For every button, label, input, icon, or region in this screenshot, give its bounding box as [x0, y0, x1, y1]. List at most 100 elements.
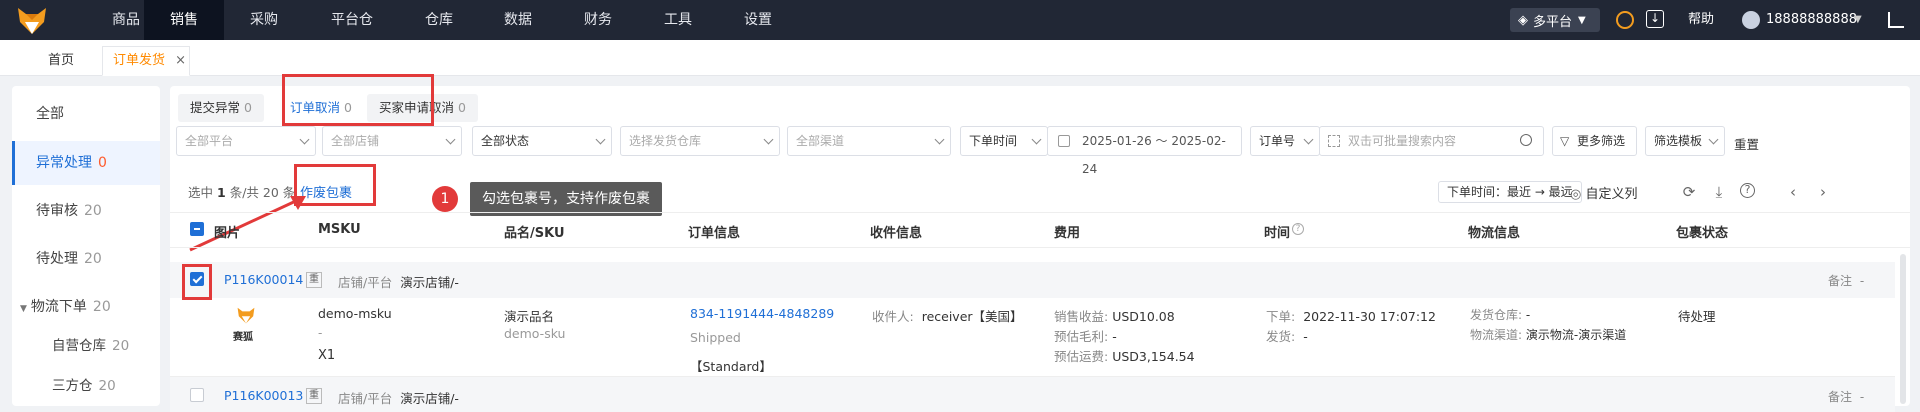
sidebar-item-count: 20: [112, 338, 130, 354]
column-header-logistics: 物流信息: [1468, 226, 1521, 241]
fox-logo-icon[interactable]: [12, 4, 52, 36]
fee-shipping-value: USD3,154.54: [1112, 349, 1195, 364]
search-input[interactable]: 双击可批量搜索内容: [1319, 126, 1544, 156]
sidebar-item-label: 全部: [36, 106, 64, 122]
vertical-scrollbar[interactable]: [1900, 254, 1906, 404]
nav-purchase[interactable]: 采购: [224, 0, 304, 40]
search-icon[interactable]: [1520, 134, 1532, 146]
sidebar-item-pending-review[interactable]: 待审核 20: [12, 189, 160, 233]
custom-columns-button[interactable]: ◎ 自定义列: [1570, 183, 1638, 202]
caret-down-icon: ▼: [20, 304, 27, 314]
ship-time: 发货: -: [1266, 326, 1308, 345]
product-sku: demo-sku: [504, 326, 566, 341]
order-type: 【Standard】: [690, 359, 772, 374]
sidebar-item-count: 20: [84, 251, 102, 267]
sidebar-item-label: 待审核: [36, 203, 78, 219]
column-header-fees: 费用: [1054, 226, 1081, 241]
channel-select[interactable]: 全部渠道: [787, 126, 951, 156]
caret-down-icon[interactable]: ▼: [1854, 14, 1862, 25]
sidebar-item-exception[interactable]: 异常处理 0: [12, 141, 160, 185]
tab-order-shipping-label: 订单发货: [113, 53, 166, 68]
sidebar-item-count: 20: [84, 203, 102, 219]
column-header-time: 时间: [1264, 226, 1291, 241]
tab-order-shipping[interactable]: 订单发货 ×: [102, 46, 190, 76]
nav-tools[interactable]: 工具: [638, 0, 718, 40]
fee-profit-label: 预估毛利:: [1054, 329, 1109, 344]
platform-switch-button[interactable]: ◈ 多平台 ▼: [1510, 8, 1600, 32]
sidebar-item-label: 自营仓库: [52, 338, 106, 354]
download-icon[interactable]: ↓: [1646, 10, 1664, 28]
refresh-icon[interactable]: ⟳: [1680, 183, 1698, 201]
order-status: Shipped: [690, 330, 741, 345]
nav-sales[interactable]: 销售: [144, 0, 224, 40]
product-thumbnail: [237, 307, 255, 324]
order-number-link[interactable]: 834-1191444-4848289: [690, 306, 834, 321]
callout-tooltip: 勾选包裹号，支持作废包裹: [470, 182, 662, 216]
nav-settings[interactable]: 设置: [718, 0, 798, 40]
platform-switch-label: 多平台: [1533, 14, 1573, 30]
chevron-right-icon[interactable]: ›: [1814, 183, 1832, 201]
nav-warehouse[interactable]: 仓库: [399, 0, 479, 40]
info-icon: ?: [1292, 223, 1304, 235]
export-icon[interactable]: ⤓: [1710, 183, 1728, 201]
tab-home[interactable]: 首页: [32, 46, 90, 76]
product-thumbnail-text: 赛狐: [233, 332, 253, 343]
shop-platform-value: 演示店铺/-: [400, 391, 459, 406]
fee-revenue: 销售收益: USD10.08: [1054, 306, 1175, 325]
search-placeholder: 双击可批量搜索内容: [1348, 134, 1457, 148]
sidebar-item-pending-process[interactable]: 待处理 20: [12, 237, 160, 281]
reset-button[interactable]: 重置: [1734, 134, 1759, 153]
top-navigation-bar: 商品 销售 采购 平台仓 仓库 数据 财务 工具 设置 ◈ 多平台 ▼ ↓ 帮助…: [0, 0, 1920, 40]
user-avatar[interactable]: [1742, 11, 1760, 29]
select-all-checkbox[interactable]: [190, 222, 204, 236]
warehouse-select[interactable]: 选择发货仓库: [620, 126, 780, 156]
fee-revenue-label: 销售收益:: [1054, 309, 1109, 324]
shop-platform-label: 店铺/平台: [338, 275, 393, 290]
highlight-checkbox-box: [182, 264, 212, 300]
nav-finance[interactable]: 财务: [558, 0, 638, 40]
sidebar-item-all[interactable]: 全部: [12, 92, 160, 136]
note: 备注 -: [1828, 388, 1864, 405]
date-range-picker[interactable]: 2025-01-26 ～ 2025-02-24: [1047, 126, 1242, 176]
package-id-link[interactable]: P116K00014: [224, 272, 303, 287]
fullscreen-icon[interactable]: [1888, 12, 1904, 28]
sidebar-item-label: 待处理: [36, 251, 78, 267]
fee-revenue-value: USD10.08: [1112, 309, 1175, 324]
row-checkbox[interactable]: [190, 388, 204, 402]
layers-icon: ◈: [1518, 12, 1528, 28]
help-link[interactable]: 帮助: [1688, 0, 1714, 40]
sidebar-item-count: 20: [92, 299, 111, 315]
help-circle-icon[interactable]: ?: [1740, 183, 1755, 198]
status-sidebar: 全部 异常处理 0 待审核 20 待处理 20 ▼ 物流下单 20 自营仓库 20 三方仓 2…: [12, 86, 160, 406]
nav-platform-warehouse[interactable]: 平台仓: [312, 0, 392, 40]
receiver-label: 收件人:: [872, 309, 914, 324]
chevron-left-icon[interactable]: ‹: [1784, 183, 1802, 201]
note: 备注 -: [1828, 272, 1864, 289]
logistics-channel-label: 物流渠道:: [1470, 328, 1523, 342]
msku-sub: -: [318, 326, 323, 340]
fee-profit: 预估毛利: -: [1054, 326, 1117, 345]
status-select[interactable]: 全部状态: [472, 126, 612, 156]
caret-down-icon: ▼: [1578, 14, 1586, 26]
notification-icon[interactable]: [1616, 11, 1634, 29]
order-time-value: 2022-11-30 17:07:12: [1303, 309, 1436, 324]
duplicate-badge: 重: [306, 272, 322, 288]
fee-shipping-label: 预估运费:: [1054, 349, 1109, 364]
user-account-label[interactable]: 18888888888: [1766, 0, 1857, 40]
product-name: 演示品名: [504, 309, 555, 324]
sidebar-item-logistics-order[interactable]: ▼ 物流下单 20: [12, 285, 160, 329]
sort-selector[interactable]: 下单时间：最近 → 最远: [1438, 181, 1582, 203]
close-icon[interactable]: ×: [175, 53, 186, 68]
column-header-package-status: 包裹状态: [1676, 226, 1729, 241]
shop-platform-label: 店铺/平台: [338, 391, 393, 406]
note-label: 备注: [1828, 390, 1853, 404]
sidebar-item-label: 物流下单: [30, 299, 87, 315]
receiver-value: receiver【美国】: [921, 309, 1023, 324]
sidebar-item-own-warehouse[interactable]: 自营仓库 20: [12, 324, 160, 368]
sidebar-item-third-party-warehouse[interactable]: 三方仓 20: [12, 364, 160, 408]
filter-icon: ▽: [1560, 134, 1570, 148]
nav-data[interactable]: 数据: [478, 0, 558, 40]
custom-columns-label: 自定义列: [1585, 187, 1638, 202]
logistics-channel-value: 演示物流-演示渠道: [1525, 328, 1627, 342]
msku-value: demo-msku: [318, 306, 392, 321]
